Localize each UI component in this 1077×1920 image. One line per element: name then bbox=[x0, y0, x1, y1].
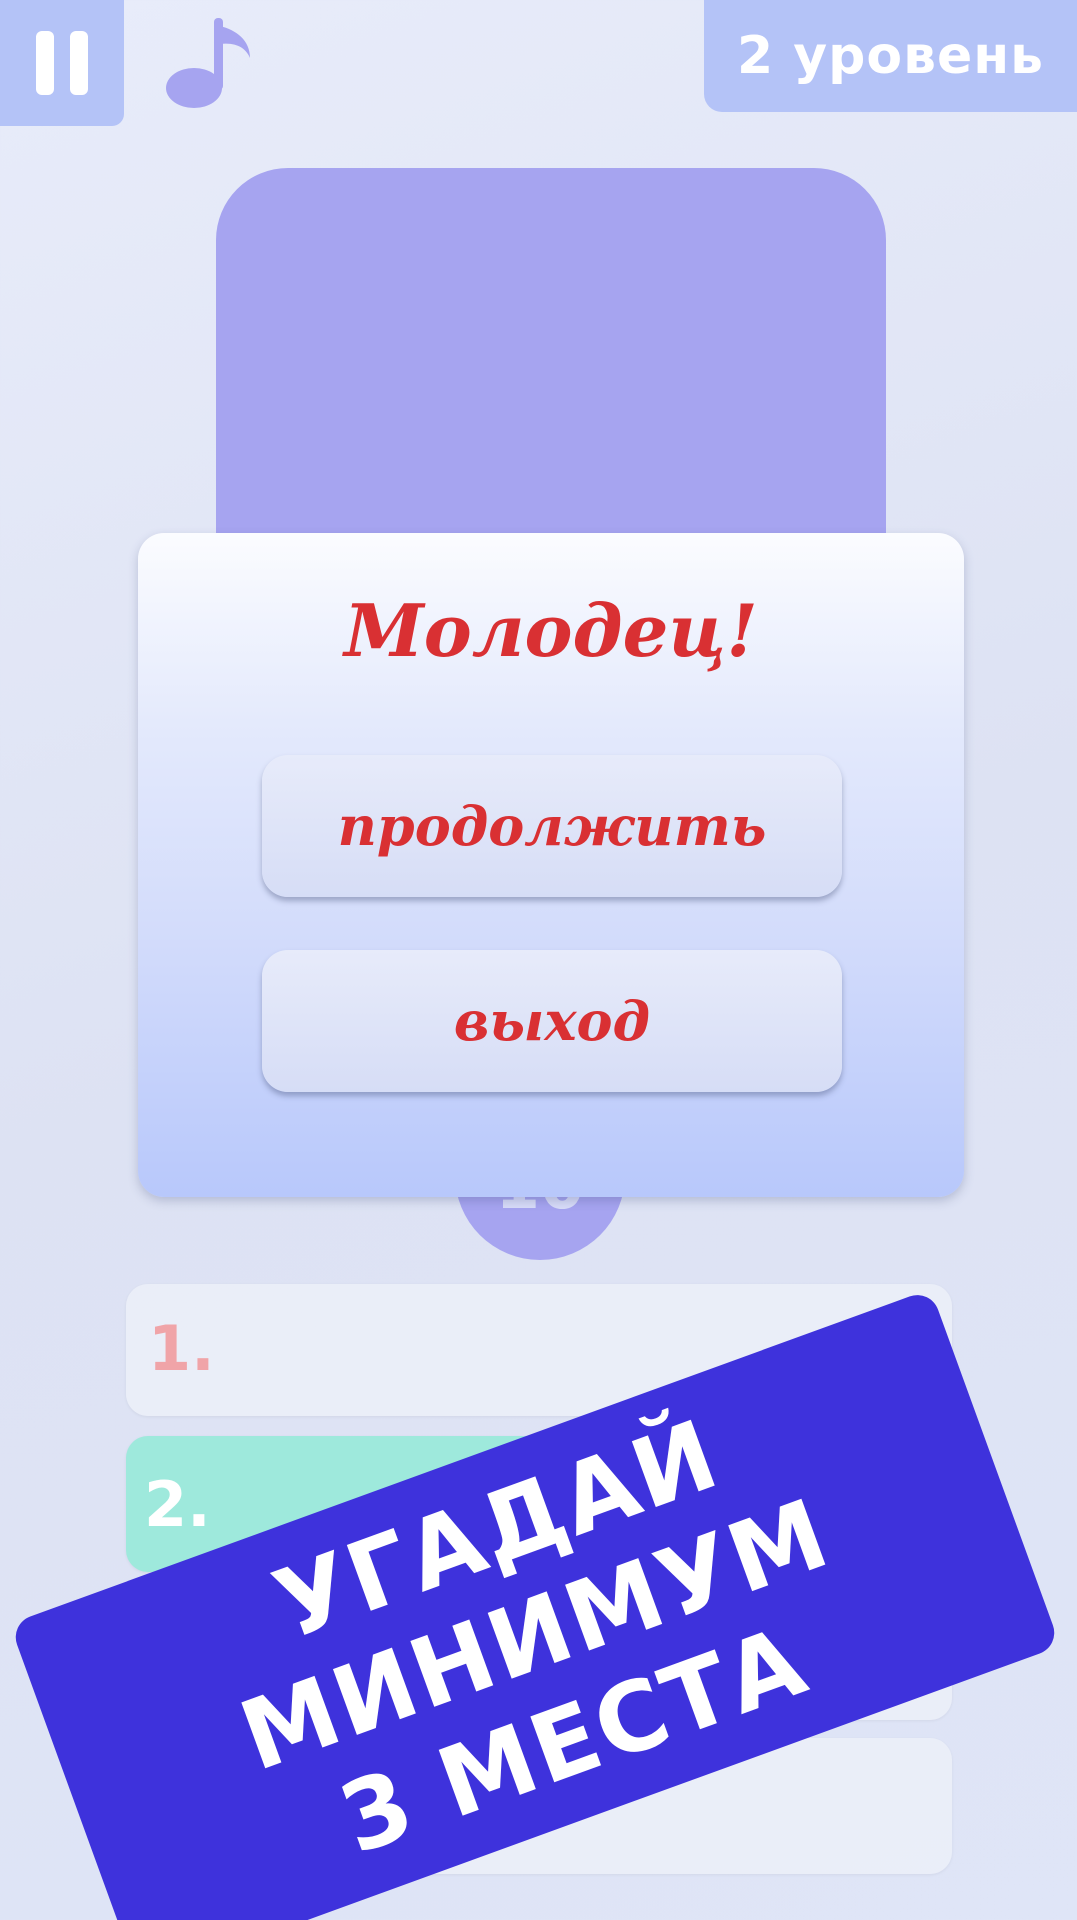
pause-icon-bar-left bbox=[36, 31, 54, 95]
answer-slot-2-number: 2. bbox=[144, 1468, 211, 1541]
level-label: 2 уровень bbox=[736, 26, 1045, 86]
answer-slot-1-number: 1. bbox=[148, 1312, 215, 1385]
exit-button[interactable]: выход bbox=[262, 950, 842, 1092]
continue-button[interactable]: продолжить bbox=[262, 755, 842, 897]
level-badge: 2 уровень bbox=[704, 0, 1077, 112]
song-card bbox=[216, 168, 886, 548]
pause-icon-bar-right bbox=[70, 31, 88, 95]
continue-button-label: продолжить bbox=[337, 794, 767, 858]
dialog-title: Молодец! bbox=[344, 588, 758, 673]
music-note-icon[interactable] bbox=[158, 14, 258, 114]
exit-button-label: выход bbox=[453, 989, 651, 1053]
pause-button[interactable] bbox=[0, 0, 124, 126]
